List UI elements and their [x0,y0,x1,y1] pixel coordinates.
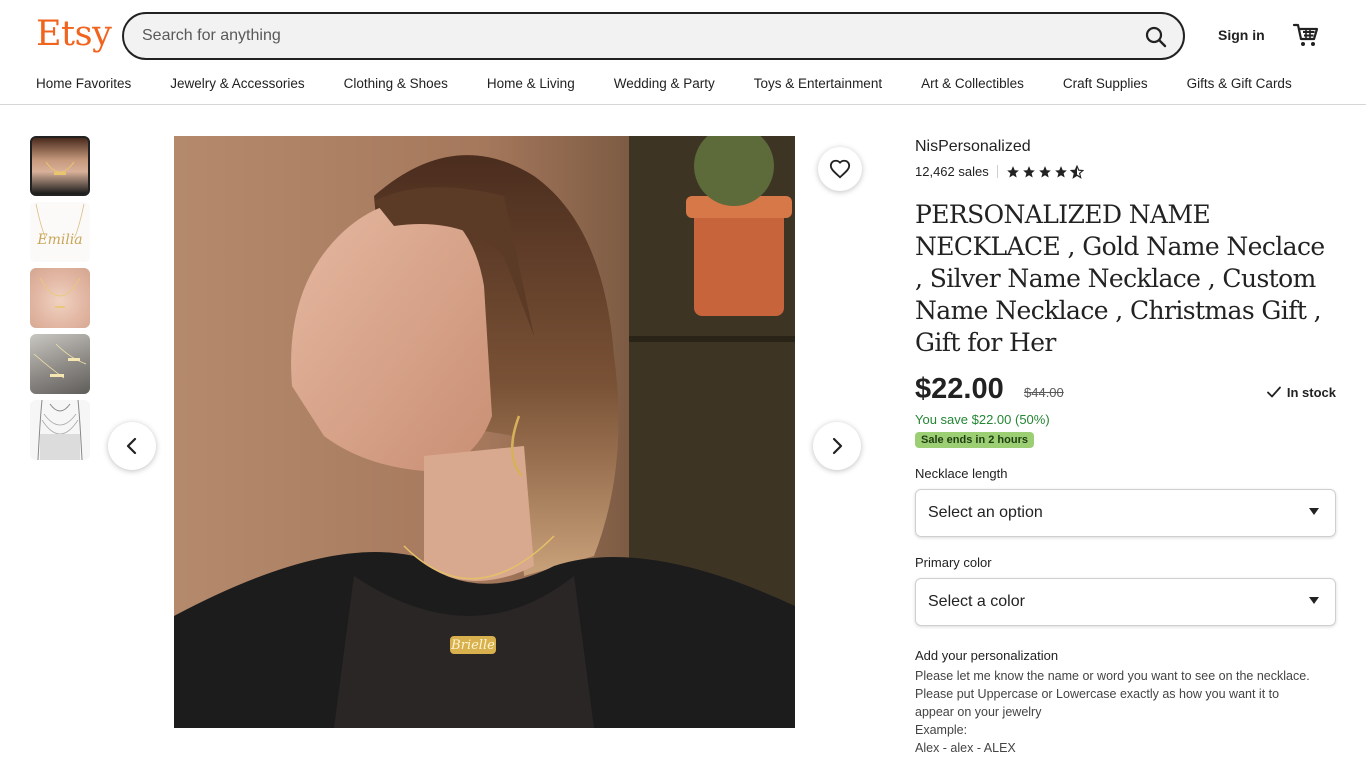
half-star-icon [1069,164,1084,179]
primary-color-value: Select a color [928,593,1025,610]
thumbnail-5[interactable] [30,400,90,460]
search-button[interactable] [1141,22,1171,52]
search-icon [1145,26,1167,48]
stock-label: In stock [1286,384,1336,400]
listing-info: NisPersonalized 12,462 sales PERSONALIZE… [915,138,1336,757]
sign-in-link[interactable]: Sign in [1218,27,1265,43]
caret-down-icon [1309,597,1319,604]
thumbnail-2[interactable]: Emilia [30,202,90,262]
nav-wedding-party[interactable]: Wedding & Party [614,76,715,91]
favorite-button[interactable] [818,147,862,191]
search-bar[interactable] [122,12,1185,60]
savings-text: You save $22.00 (50%) [915,412,1050,427]
previous-image-button[interactable] [108,422,156,470]
thumbnail-3-image [39,277,81,308]
sale-price: $22.00 [915,373,1004,405]
star-icon [1038,165,1051,178]
original-price: $44.00 [1024,385,1064,400]
sales-divider [996,165,998,178]
personalization-label: Add your personalization [915,648,1059,663]
site-header: Etsy Sign in Home Favorites Jewelry & Ac… [0,0,1366,105]
thumbnail-5-image [37,400,83,460]
star-icon [1006,165,1019,178]
thumbnail-4[interactable] [30,334,90,394]
search-input[interactable] [142,23,1102,49]
necklace-length-select[interactable]: Select an option [915,489,1336,537]
listing-title: PERSONALIZED NAME NECKLACE , Gold Name N… [915,200,1325,357]
category-nav: Home Favorites Jewelry & Accessories Clo… [36,76,1292,91]
shop-stats: 12,462 sales [915,164,1336,179]
necklace-length-label: Necklace length [915,466,1008,481]
chevron-left-icon [126,437,137,455]
next-image-button[interactable] [813,422,861,470]
thumbnail-1-image [45,161,75,175]
thumbnail-4-image [33,343,87,379]
personalization-line: Please put Uppercase or Lowercase exactl… [915,687,1280,719]
star-icon [1054,165,1067,178]
etsy-logo[interactable]: Etsy [36,14,112,54]
nav-gifts-gift-cards[interactable]: Gifts & Gift Cards [1187,76,1292,91]
sale-ends-badge: Sale ends in 2 hours [915,432,1034,448]
stock-status: In stock [1266,384,1336,400]
checkmark-icon [1266,386,1281,398]
nav-art-collectibles[interactable]: Art & Collectibles [921,76,1024,91]
necklace-name-text: Brielle [450,638,495,653]
heart-icon [829,159,851,179]
thumbnail-1[interactable] [30,136,90,196]
nav-home-favorites[interactable]: Home Favorites [36,76,131,91]
star-icon [1022,165,1035,178]
necklace-length-value: Select an option [928,504,1043,521]
shop-name-link[interactable]: NisPersonalized [915,138,1336,156]
price-row: $22.00 $44.00 In stock [915,373,1336,407]
caret-down-icon [1309,508,1319,515]
nav-craft-supplies[interactable]: Craft Supplies [1063,76,1148,91]
shopping-cart-icon [1292,23,1319,46]
nav-toys-entertainment[interactable]: Toys & Entertainment [754,76,882,91]
personalization-instructions: Please let me know the name or word you … [915,667,1315,757]
personalization-line: Please let me know the name or word you … [915,669,1310,683]
thumbnail-3[interactable] [30,268,90,328]
nav-clothing-shoes[interactable]: Clothing & Shoes [344,76,448,91]
personalization-line: Example: [915,723,968,737]
cart-button[interactable] [1292,21,1320,49]
primary-color-label: Primary color [915,555,992,570]
sales-count: 12,462 sales [915,164,989,179]
thumbnail-2-image: Emilia [35,203,85,248]
nav-jewelry-accessories[interactable]: Jewelry & Accessories [170,76,304,91]
chevron-right-icon [832,437,843,455]
primary-color-select[interactable]: Select a color [915,578,1336,626]
personalization-line: Alex - alex - ALEX [915,741,1016,755]
thumbnail-list: Emilia [30,136,90,466]
thumbnail-2-name: Emilia [36,232,82,248]
model-wearing-necklace-image: Brielle [174,136,795,728]
nav-home-living[interactable]: Home & Living [487,76,575,91]
star-rating[interactable] [1006,164,1084,179]
main-product-image: Brielle [174,136,795,728]
